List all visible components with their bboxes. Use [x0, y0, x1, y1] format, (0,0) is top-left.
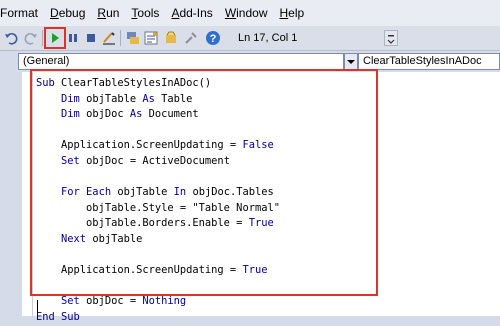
cursor-position: Ln 17, Col 1 [238, 32, 298, 44]
menu-add-ins[interactable]: Add-Ins [165, 0, 218, 26]
toolbox-icon[interactable] [182, 29, 200, 47]
undo-icon[interactable] [2, 29, 20, 47]
object-browser-icon[interactable] [162, 29, 180, 47]
menu-format[interactable]: Format [0, 0, 44, 26]
reset-icon[interactable] [82, 29, 100, 47]
run-button-highlight [44, 27, 66, 49]
menu-run-mnemonic: R [97, 6, 107, 20]
toolbar-overflow-chevron[interactable] [384, 30, 398, 46]
keyword-token: Set [61, 295, 87, 308]
menu-window-rest: indow [236, 6, 268, 20]
menu-tools-rest: ools [137, 6, 160, 20]
menu-debug[interactable]: Debug [44, 0, 91, 26]
left-frame [0, 72, 22, 316]
project-explorer-icon[interactable] [124, 29, 142, 47]
code-line[interactable]: Set objDoc = Nothing [36, 294, 280, 310]
design-mode-icon[interactable] [100, 29, 118, 47]
code-token: objDoc = [86, 295, 143, 308]
menu-help[interactable]: Help [274, 0, 311, 26]
help-icon[interactable]: ? [204, 29, 222, 47]
break-icon[interactable] [64, 29, 82, 47]
keyword-token: End Sub [36, 310, 80, 323]
text-cursor [37, 300, 38, 313]
menu-debug-mnemonic: D [50, 6, 59, 20]
menu-debug-rest: ebug [58, 6, 86, 20]
keyword-token: Nothing [142, 295, 187, 308]
menu-tools[interactable]: Tools [125, 0, 165, 26]
code-highlight-box [30, 69, 378, 296]
properties-icon[interactable] [142, 29, 160, 47]
code-line[interactable]: End Sub [36, 310, 280, 326]
svg-text:?: ? [210, 33, 217, 45]
redo-icon[interactable] [22, 29, 40, 47]
menu-run-rest: un [106, 6, 120, 20]
menu-add-ins-rest: dd-Ins [179, 6, 213, 20]
menu-help-mnemonic: H [279, 6, 289, 20]
menu-window-mnemonic: W [224, 6, 237, 20]
menu-bar: Format Debug Run Tools Add-Ins Window He… [0, 0, 500, 26]
menu-run[interactable]: Run [91, 0, 125, 26]
object-combo-chevron-down-icon[interactable] [344, 53, 358, 70]
procedure-combo[interactable]: ClearTableStylesInADoc [358, 53, 500, 70]
object-combo[interactable]: (General) [18, 53, 344, 70]
menu-window[interactable]: Window [219, 0, 274, 26]
menu-help-rest: elp [288, 6, 305, 20]
